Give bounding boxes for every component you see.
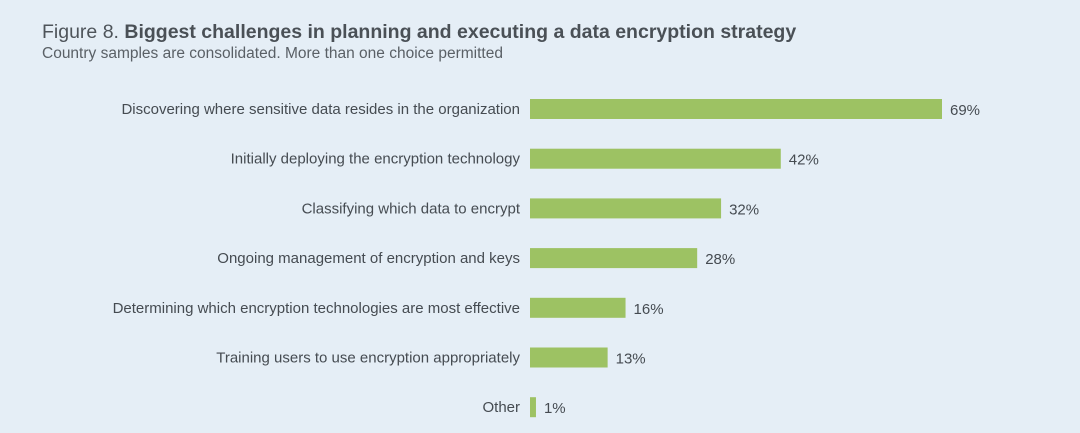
bar-chart: Discovering where sensitive data resides… bbox=[113, 99, 980, 418]
bar bbox=[530, 397, 536, 418]
bar bbox=[530, 347, 608, 368]
value-label: 32% bbox=[729, 201, 759, 218]
bar bbox=[530, 248, 698, 269]
category-label: Ongoing management of encryption and key… bbox=[217, 250, 520, 267]
value-label: 1% bbox=[544, 400, 566, 417]
category-label: Discovering where sensitive data resides… bbox=[121, 101, 520, 118]
category-label: Classifying which data to encrypt bbox=[302, 200, 521, 217]
bar bbox=[530, 99, 942, 119]
value-label: 28% bbox=[705, 251, 735, 268]
category-label: Training users to use encryption appropr… bbox=[216, 350, 520, 367]
category-label: Determining which encryption technologie… bbox=[113, 300, 520, 317]
value-label: 16% bbox=[634, 301, 664, 318]
bar bbox=[530, 297, 626, 318]
category-label: Other bbox=[482, 399, 520, 416]
value-label: 69% bbox=[950, 102, 980, 119]
category-label: Initially deploying the encryption techn… bbox=[231, 151, 521, 168]
bar bbox=[530, 148, 781, 169]
value-label: 13% bbox=[616, 351, 646, 368]
bar bbox=[530, 198, 722, 219]
value-label: 42% bbox=[789, 152, 819, 169]
